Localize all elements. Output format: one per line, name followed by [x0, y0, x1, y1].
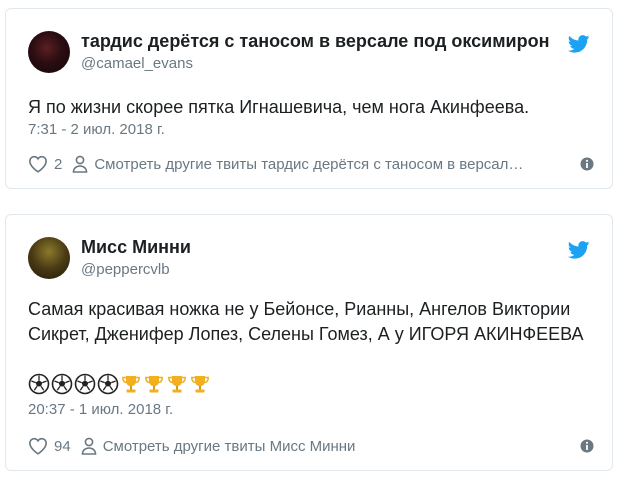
trophy-icon: [191, 376, 209, 393]
more-tweets-link[interactable]: Смотреть другие твиты тардис дерётся с т…: [94, 156, 570, 173]
author-handle[interactable]: @camael_evans: [81, 55, 193, 72]
person-icon: [81, 437, 96, 455]
trophy-icon: [122, 376, 140, 393]
trophy-icon: [145, 376, 163, 393]
tweet-card-2: Мисс Минни @peppercvlb Самая красивая но…: [5, 214, 613, 471]
tweet-footer: 94 Смотреть другие твиты Мисс Минни: [28, 435, 594, 457]
more-tweets-link[interactable]: Смотреть другие твиты Мисс Минни: [103, 438, 570, 455]
emoji-row: [28, 373, 212, 395]
avatar[interactable]: [28, 31, 70, 73]
heart-icon[interactable]: [28, 437, 48, 455]
tweet-card-1: тардис дерётся с таносом в версале под о…: [5, 8, 613, 189]
tweet-date[interactable]: 20:37 - 1 июл. 2018 г.: [28, 401, 173, 418]
author-handle[interactable]: @peppercvlb: [81, 261, 170, 278]
like-count: 2: [54, 155, 63, 173]
soccer-ball-icon: [97, 373, 119, 395]
info-icon[interactable]: [580, 439, 594, 453]
twitter-bird-icon[interactable]: [568, 241, 590, 259]
author-name[interactable]: тардис дерётся с таносом в версале под о…: [81, 31, 549, 52]
trophy-icon: [168, 376, 186, 393]
tweet-date[interactable]: 7:31 - 2 июл. 2018 г.: [28, 121, 165, 138]
avatar[interactable]: [28, 237, 70, 279]
like-count: 94: [54, 437, 71, 455]
soccer-ball-icon: [74, 373, 96, 395]
tweet-text: Самая красивая ножка не у Бейонсе, Рианн…: [28, 299, 584, 344]
person-icon: [73, 155, 88, 173]
info-icon[interactable]: [580, 157, 594, 171]
tweet-footer: 2 Смотреть другие твиты тардис дерётся с…: [28, 153, 594, 175]
author-name[interactable]: Мисс Минни: [81, 237, 191, 258]
soccer-ball-icon: [28, 373, 50, 395]
heart-icon[interactable]: [28, 155, 48, 173]
tweet-text: Я по жизни скорее пятка Игнашевича, чем …: [28, 97, 530, 117]
soccer-ball-icon: [51, 373, 73, 395]
twitter-bird-icon[interactable]: [568, 35, 590, 53]
